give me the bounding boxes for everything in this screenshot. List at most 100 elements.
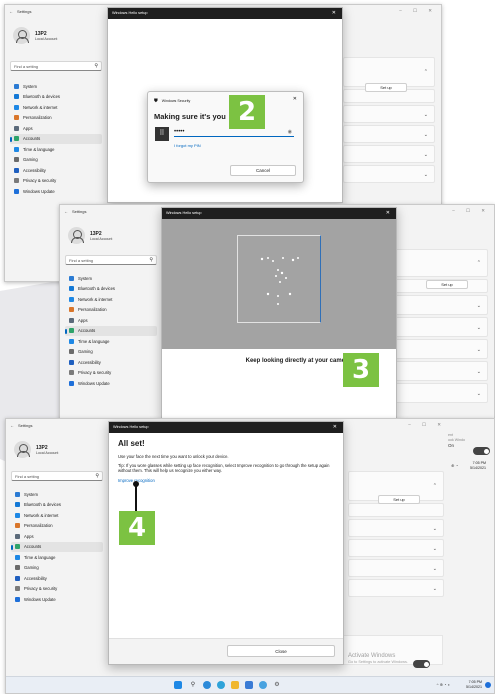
sidebar-item-apps[interactable]: Apps (10, 123, 102, 134)
settings-card[interactable]: ⌄ (394, 317, 488, 337)
sidebar-item-apps[interactable]: Apps (11, 531, 103, 542)
sidebar-item-time[interactable]: Time & language (65, 336, 157, 347)
sidebar-item-update[interactable]: Windows Update (10, 186, 102, 197)
toggle-switch[interactable] (473, 447, 490, 455)
back-arrow-icon[interactable]: ← (9, 9, 13, 14)
settings-card[interactable]: ⌃ (394, 249, 488, 277)
nav-label: Windows Update (24, 596, 56, 602)
sidebar-item-update[interactable]: Windows Update (11, 594, 103, 605)
settings-card[interactable]: ⌄ (343, 105, 435, 123)
sidebar-item-personalization[interactable]: Personalization (65, 305, 157, 316)
settings-card[interactable] (348, 503, 444, 517)
sidebar-item-accounts[interactable]: Accounts (10, 133, 102, 144)
search-icon[interactable]: ⚲ (189, 681, 197, 689)
pin-input[interactable]: ••••• ◉ (174, 129, 294, 137)
cancel-button[interactable]: Cancel (230, 165, 296, 176)
sidebar-item-system[interactable]: System (10, 81, 102, 92)
sidebar-item-gaming[interactable]: Gaming (11, 563, 103, 574)
setup-button[interactable]: Set up (378, 495, 420, 504)
sidebar-item-bluetooth[interactable]: Bluetooth & devices (11, 500, 103, 511)
update-icon (15, 596, 20, 602)
sidebar-item-system[interactable]: System (65, 273, 157, 284)
apps-icon (14, 125, 19, 131)
sidebar-item-system[interactable]: System (11, 489, 103, 500)
hello-title: Windows Hello setup (166, 211, 202, 215)
close-icon[interactable]: ✕ (293, 96, 297, 102)
store-icon[interactable] (245, 681, 253, 689)
back-arrow-icon[interactable]: ← (64, 209, 68, 214)
bluetooth-icon (69, 286, 74, 292)
sidebar-item-gaming[interactable]: Gaming (10, 155, 102, 166)
widgets-icon[interactable] (203, 681, 211, 689)
settings-card[interactable]: ⌄ (348, 539, 444, 557)
folder-icon[interactable] (231, 681, 239, 689)
sidebar-item-privacy[interactable]: Privacy & security (10, 176, 102, 187)
gamepad-icon (15, 565, 20, 571)
sidebar-item-network[interactable]: Network & internet (65, 294, 157, 305)
sidebar-item-bluetooth[interactable]: Bluetooth & devices (65, 284, 157, 295)
nav-list: System Bluetooth & devices Network & int… (11, 489, 103, 605)
settings-card[interactable]: ⌄ (394, 295, 488, 315)
sidebar-item-privacy[interactable]: Privacy & security (65, 368, 157, 379)
search-input[interactable]: Find a setting ⚲ (65, 255, 157, 265)
back-arrow-icon[interactable]: ← (10, 423, 14, 428)
toggle-switch[interactable] (413, 660, 430, 668)
start-icon[interactable] (174, 681, 182, 689)
settings-card[interactable]: ⌄ (343, 125, 435, 143)
sidebar-item-update[interactable]: Windows Update (65, 378, 157, 389)
clock-date: 5/14/2021 (470, 465, 486, 470)
settings-app-icon[interactable]: ⚙ (273, 681, 281, 689)
sidebar-item-time[interactable]: Time & language (10, 144, 102, 155)
window-controls[interactable]: – ☐ ✕ (408, 422, 446, 428)
settings-card[interactable]: ⌄ (394, 361, 488, 381)
sidebar-item-personalization[interactable]: Personalization (11, 521, 103, 532)
tray-icons-upper: ⊕ ◔ (451, 463, 458, 468)
window-controls[interactable]: – ☐ ✕ (452, 208, 490, 214)
search-input[interactable]: Find a setting ⚲ (11, 471, 103, 481)
tray-clock[interactable]: 7:05 PM 5/14/2021 (466, 680, 482, 689)
sidebar-item-apps[interactable]: Apps (65, 315, 157, 326)
app-icon[interactable] (259, 681, 267, 689)
nav-label: Bluetooth & devices (23, 94, 61, 100)
sidebar-item-accessibility[interactable]: Accessibility (11, 573, 103, 584)
sidebar-item-bluetooth[interactable]: Bluetooth & devices (10, 92, 102, 103)
sidebar-item-accounts[interactable]: Accounts (65, 325, 157, 336)
sidebar-item-personalization[interactable]: Personalization (10, 113, 102, 124)
sidebar-item-network[interactable]: Network & internet (10, 102, 102, 113)
accessibility-icon (15, 575, 20, 581)
close-icon[interactable]: ✕ (386, 208, 390, 219)
search-input[interactable]: Find a setting ⚲ (10, 61, 102, 71)
sidebar-item-accounts[interactable]: Accounts (11, 541, 103, 552)
close-icon[interactable]: ✕ (333, 422, 337, 433)
sidebar-item-accessibility[interactable]: Accessibility (65, 357, 157, 368)
chevron-down-icon: ⌄ (432, 526, 437, 533)
sidebar-item-network[interactable]: Network & internet (11, 510, 103, 521)
nav-label: Accessibility (24, 575, 47, 581)
settings-card[interactable]: ⌄ (348, 559, 444, 577)
settings-card[interactable]: ⌄ (343, 145, 435, 163)
notification-badge[interactable] (485, 682, 491, 688)
settings-card[interactable]: ⌄ (394, 383, 488, 403)
setup-button[interactable]: Set up (365, 83, 407, 92)
forgot-pin-link[interactable]: I forgot my PIN (174, 143, 201, 148)
browser-icon[interactable] (217, 681, 225, 689)
sidebar-item-privacy[interactable]: Privacy & security (11, 584, 103, 595)
setup-button[interactable]: Set up (426, 280, 468, 289)
eye-icon[interactable]: ◉ (288, 129, 292, 136)
sidebar-item-accessibility[interactable]: Accessibility (10, 165, 102, 176)
sidebar-item-time[interactable]: Time & language (11, 552, 103, 563)
settings-card[interactable]: ⌄ (343, 165, 435, 183)
settings-card[interactable]: ⌄ (348, 519, 444, 537)
tray-icons: ^ ⊕ ◔ ◖ (436, 682, 450, 687)
settings-card[interactable]: ⌄ (394, 339, 488, 359)
chevron-down-icon: ⌄ (476, 369, 481, 376)
chevron-up-icon: ⌃ (432, 483, 437, 490)
settings-card[interactable]: ⌄ (348, 579, 444, 597)
sidebar-item-gaming[interactable]: Gaming (65, 347, 157, 358)
chevron-down-icon: ⌄ (476, 391, 481, 398)
window-controls[interactable]: – ☐ ✕ (399, 8, 437, 14)
nav-label: System (23, 83, 37, 89)
close-icon[interactable]: ✕ (332, 8, 336, 19)
close-button[interactable]: Close (227, 645, 335, 657)
clock-icon (69, 338, 74, 344)
